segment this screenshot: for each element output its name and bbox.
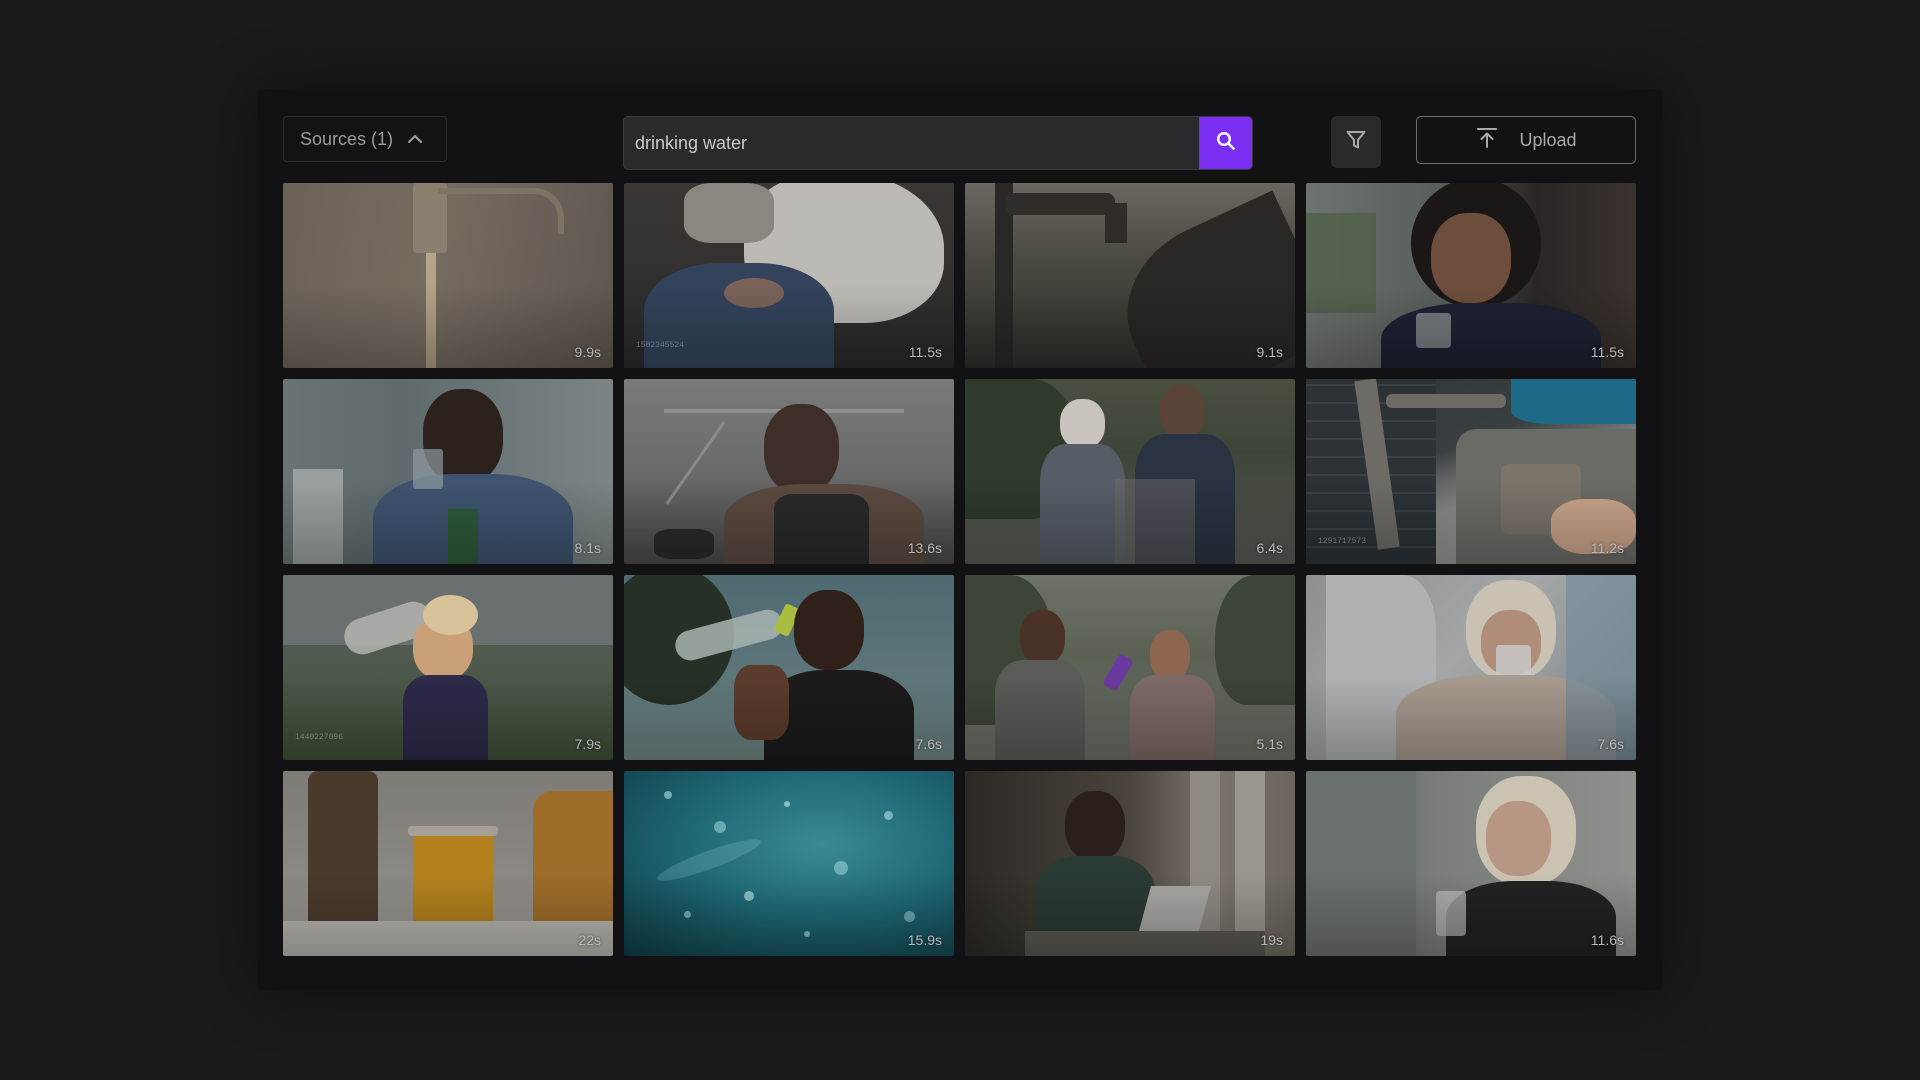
duration-label: 11.6s bbox=[1590, 932, 1624, 948]
video-thumbnail[interactable]: 1582345524 11.5s bbox=[624, 183, 954, 368]
watermark-id: 1440227096 bbox=[295, 733, 344, 742]
filter-button[interactable] bbox=[1331, 116, 1381, 168]
sources-label: Sources (1) bbox=[300, 128, 394, 149]
search-input[interactable] bbox=[624, 117, 1199, 169]
duration-label: 13.6s bbox=[907, 540, 942, 556]
duration-label: 6.4s bbox=[1256, 540, 1283, 556]
video-thumbnail[interactable]: 9.9s bbox=[283, 183, 613, 368]
video-thumbnail[interactable]: 6.4s bbox=[965, 379, 1295, 564]
duration-label: 11.5s bbox=[908, 344, 942, 360]
video-thumbnail[interactable]: 5.1s bbox=[965, 575, 1295, 760]
duration-label: 5.1s bbox=[1256, 736, 1283, 752]
duration-label: 9.9s bbox=[574, 344, 601, 360]
upload-icon bbox=[1475, 126, 1499, 155]
search-bar bbox=[623, 116, 1253, 170]
duration-label: 8.1s bbox=[574, 540, 601, 556]
video-thumbnail[interactable]: 11.5s bbox=[1306, 183, 1636, 368]
video-thumbnail[interactable]: 1291717573 11.2s bbox=[1306, 379, 1636, 564]
duration-label: 11.2s bbox=[1590, 540, 1624, 556]
search-icon bbox=[1216, 131, 1236, 156]
duration-label: 7.6s bbox=[915, 736, 942, 752]
results-grid: 9.9s 1582345524 11.5s 9.1s 11.5s 8.1s 13… bbox=[283, 183, 1636, 956]
upload-label: Upload bbox=[1519, 129, 1577, 150]
search-button[interactable] bbox=[1199, 117, 1252, 169]
upload-button[interactable]: Upload bbox=[1416, 116, 1636, 164]
duration-label: 15.9s bbox=[907, 932, 942, 948]
chevron-up-icon bbox=[407, 134, 423, 144]
video-thumbnail[interactable]: 11.6s bbox=[1306, 771, 1636, 956]
video-thumbnail[interactable]: 19s bbox=[965, 771, 1295, 956]
video-thumbnail[interactable]: 7.6s bbox=[624, 575, 954, 760]
video-thumbnail[interactable]: 7.6s bbox=[1306, 575, 1636, 760]
video-thumbnail[interactable]: 15.9s bbox=[624, 771, 954, 956]
video-thumbnail[interactable]: 8.1s bbox=[283, 379, 613, 564]
video-thumbnail[interactable]: 22s bbox=[283, 771, 613, 956]
duration-label: 7.6s bbox=[1597, 736, 1624, 752]
duration-label: 19s bbox=[1260, 932, 1283, 948]
duration-label: 7.9s bbox=[574, 736, 601, 752]
duration-label: 11.5s bbox=[1590, 344, 1624, 360]
filter-icon bbox=[1345, 129, 1367, 156]
video-thumbnail[interactable]: 13.6s bbox=[624, 379, 954, 564]
watermark-id: 1582345524 bbox=[636, 341, 685, 350]
media-search-panel: Sources (1) Upload 9.9s bbox=[257, 89, 1663, 990]
duration-label: 22s bbox=[578, 932, 601, 948]
watermark-id: 1291717573 bbox=[1318, 537, 1367, 546]
sources-dropdown-button[interactable]: Sources (1) bbox=[283, 116, 447, 162]
video-thumbnail[interactable]: 1440227096 7.9s bbox=[283, 575, 613, 760]
video-thumbnail[interactable]: 9.1s bbox=[965, 183, 1295, 368]
duration-label: 9.1s bbox=[1256, 344, 1283, 360]
